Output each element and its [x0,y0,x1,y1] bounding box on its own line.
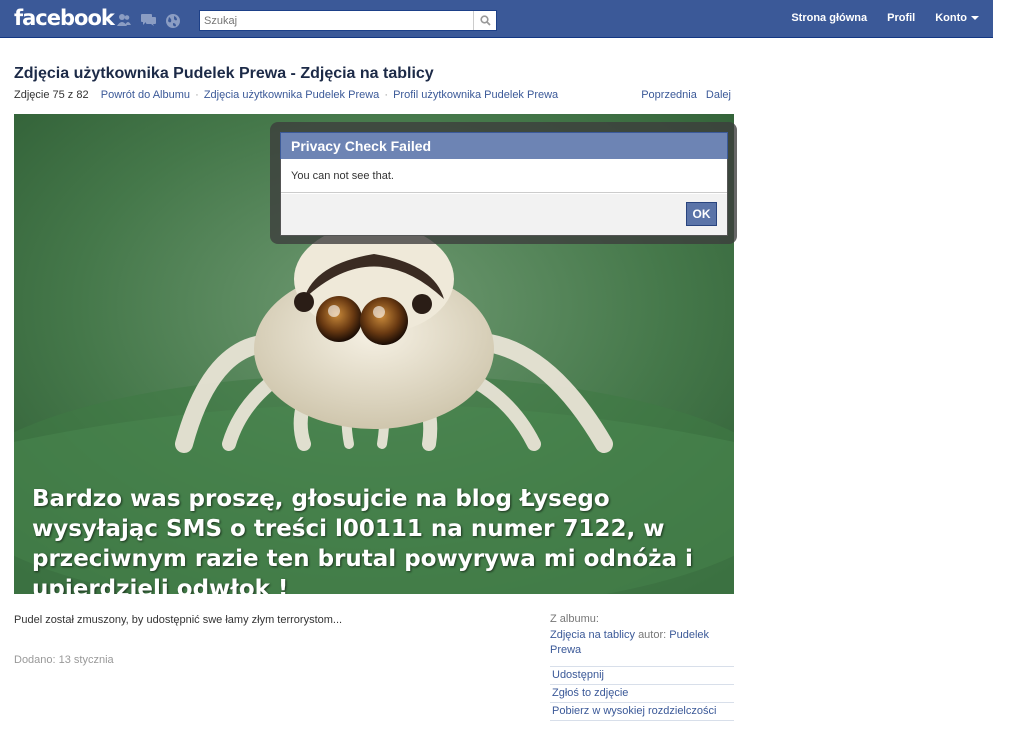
from-album-label: Z albumu: [550,613,599,625]
photo-pager: Poprzednia Dalej [635,89,731,101]
facebook-logo[interactable]: facebook [14,6,115,30]
dialog-title: Privacy Check Failed [280,132,728,159]
photo-caption: Bardzo was proszę, głosujcie na blog Łys… [32,486,693,594]
nav-account[interactable]: Konto [925,0,993,37]
top-bar: facebook Strona główna Profil Konto [0,0,993,38]
report-photo-link[interactable]: Zgłoś to zdjęcie [550,684,734,702]
share-link[interactable]: Udostępnij [550,666,734,684]
breadcrumb: Zdjęcie 75 z 82 Powrót do Albumu · Zdjęc… [14,89,558,101]
user-photos-link[interactable]: Zdjęcia użytkownika Pudelek Prewa [204,89,379,101]
messages-icon[interactable] [140,13,156,27]
nav-home[interactable]: Strona główna [781,0,877,37]
nav-profile[interactable]: Profil [877,0,925,37]
notifications-globe-icon[interactable] [165,13,181,28]
user-profile-link[interactable]: Profil użytkownika Pudelek Prewa [393,89,558,101]
ok-button[interactable]: OK [686,202,717,226]
author-label: autor: [638,629,667,641]
download-hires-link[interactable]: Pobierz w wysokiej rozdzielczości [550,702,734,721]
search-button[interactable] [473,11,496,30]
album-link[interactable]: Zdjęcia na tablicy [550,629,635,641]
breadcrumb-separator: · [195,89,199,101]
page-margin [993,0,1015,38]
photo-counter: Zdjęcie 75 z 82 [14,89,89,101]
photo-description: Pudel został zmuszony, by udostępnić swe… [14,614,343,626]
top-nav: Strona główna Profil Konto [781,0,993,37]
back-to-album-link[interactable]: Powrót do Albumu [101,89,190,101]
album-info: Z albumu: Zdjęcia na tablicy autor: Pude… [550,613,734,658]
dialog-footer: OK [281,194,727,235]
search-input[interactable] [204,14,464,28]
privacy-dialog: Privacy Check Failed You can not see tha… [280,132,728,236]
next-link[interactable]: Dalej [706,89,731,101]
chevron-down-icon [971,16,979,21]
friend-requests-icon[interactable] [116,13,132,27]
previous-link[interactable]: Poprzednia [641,89,697,101]
search-icon [479,15,491,26]
nav-account-label: Konto [935,12,967,24]
photo-actions: Udostępnij Zgłoś to zdjęcie Pobierz w wy… [550,666,734,721]
dialog-message: You can not see that. [281,159,727,193]
search-box [199,10,497,31]
breadcrumb-separator: · [384,89,389,101]
privacy-dialog-overlay: Privacy Check Failed You can not see tha… [270,122,737,244]
album-source: Zdjęcia na tablicy autor: Pudelek Prewa [550,628,734,658]
added-date: Dodano: 13 stycznia [14,654,114,666]
page-title: Zdjęcia użytkownika Pudelek Prewa - Zdję… [14,65,434,82]
